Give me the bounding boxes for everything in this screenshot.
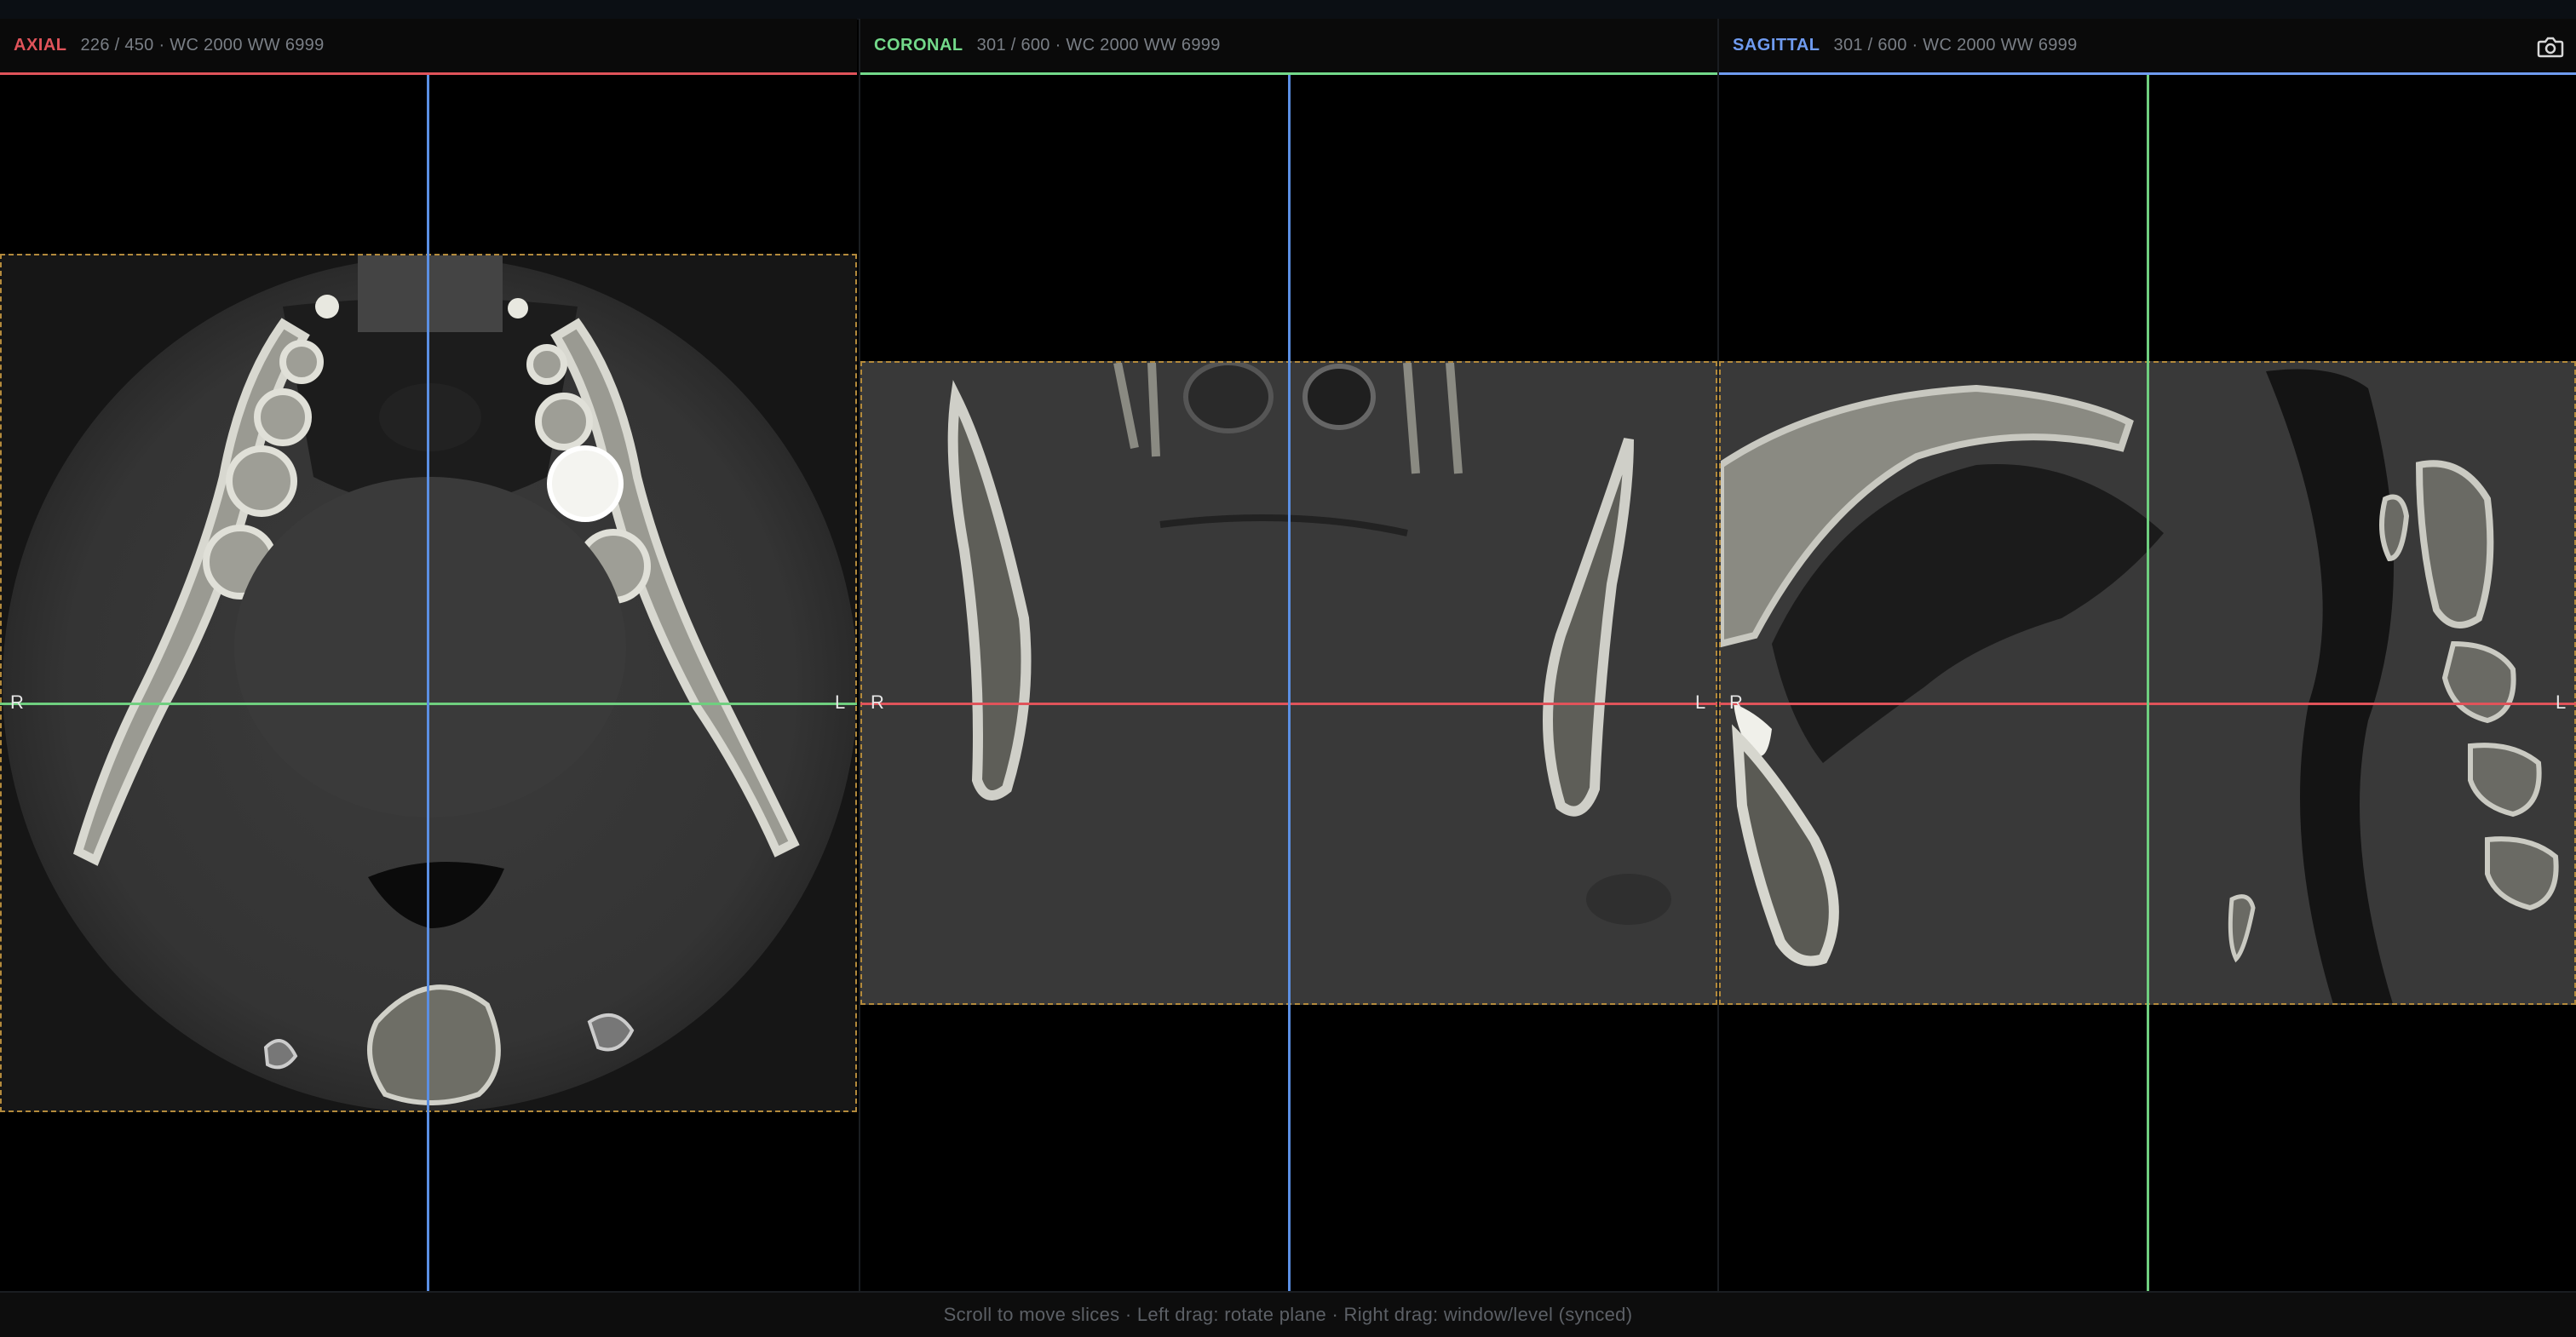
camera-icon <box>2537 37 2564 58</box>
axial-title: AXIAL <box>14 36 67 55</box>
ct-viewer-app: AXIAL 226 / 450 · WC 2000 WW 6999 R L CO… <box>0 0 2576 1337</box>
axial-crosshair-vertical[interactable] <box>427 75 429 1291</box>
sagittal-canvas[interactable]: R L <box>1719 75 2576 1291</box>
coronal-header: CORONAL 301 / 600 · WC 2000 WW 6999 <box>860 19 1717 75</box>
sagittal-orientation-left: R <box>1729 691 1743 713</box>
axial-header: AXIAL 226 / 450 · WC 2000 WW 6999 <box>0 19 857 75</box>
viewport-grid: AXIAL 226 / 450 · WC 2000 WW 6999 R L CO… <box>0 19 2576 1291</box>
axial-slice-info: 226 / 450 · WC 2000 WW 6999 <box>80 36 325 55</box>
screenshot-button[interactable] <box>2535 34 2566 60</box>
coronal-orientation-right: L <box>1695 691 1706 713</box>
sagittal-crosshair-vertical[interactable] <box>2147 75 2149 1291</box>
coronal-title: CORONAL <box>874 36 963 55</box>
axial-viewport[interactable]: AXIAL 226 / 450 · WC 2000 WW 6999 R L <box>0 19 857 1291</box>
sagittal-orientation-right: L <box>2556 691 2567 713</box>
coronal-viewport[interactable]: CORONAL 301 / 600 · WC 2000 WW 6999 R L <box>859 19 1717 1291</box>
axial-orientation-right: L <box>835 691 846 713</box>
coronal-slice-info: 301 / 600 · WC 2000 WW 6999 <box>976 36 1221 55</box>
interaction-hint: Scroll to move slices · Left drag: rotat… <box>943 1304 1633 1325</box>
sagittal-viewport[interactable]: SAGITTAL 301 / 600 · WC 2000 WW 6999 R L <box>1717 19 2576 1291</box>
axial-slice-image <box>3 255 855 1110</box>
axial-canvas[interactable]: R L <box>0 75 857 1291</box>
axial-orientation-left: R <box>10 691 24 713</box>
sagittal-slice-info: 301 / 600 · WC 2000 WW 6999 <box>1833 36 2078 55</box>
status-bar: Scroll to move slices · Left drag: rotat… <box>0 1291 2576 1337</box>
coronal-orientation-left: R <box>871 691 884 713</box>
coronal-crosshair-vertical[interactable] <box>1288 75 1291 1291</box>
sagittal-header: SAGITTAL 301 / 600 · WC 2000 WW 6999 <box>1719 19 2576 75</box>
coronal-canvas[interactable]: R L <box>860 75 1717 1291</box>
sagittal-title: SAGITTAL <box>1733 36 1820 55</box>
top-bar <box>0 0 2576 20</box>
